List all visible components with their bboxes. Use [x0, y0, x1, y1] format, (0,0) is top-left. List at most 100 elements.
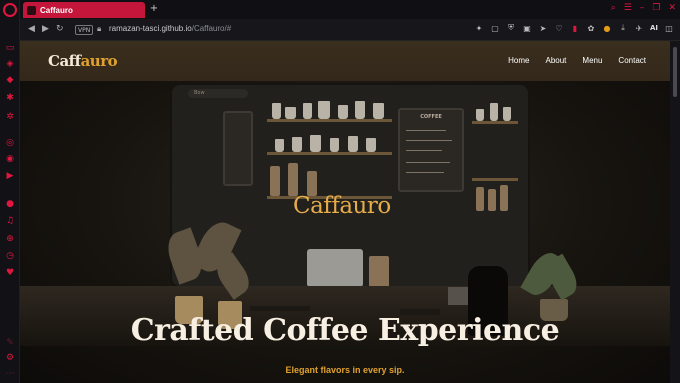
- tab-islands-icon[interactable]: ◈: [4, 58, 16, 70]
- active-tab[interactable]: Caffauro: [23, 2, 145, 18]
- menu-line: [406, 172, 444, 173]
- back-icon[interactable]: ◀: [28, 24, 35, 34]
- spotify-icon[interactable]: ●: [4, 198, 16, 210]
- youtube-icon[interactable]: ▶: [4, 170, 16, 182]
- screenshot-icon[interactable]: ▢: [490, 24, 500, 33]
- tab-favicon-icon: [27, 5, 36, 15]
- more-icon[interactable]: ⋯: [4, 368, 16, 380]
- shield-icon[interactable]: ⛨: [506, 23, 516, 33]
- scene-canister: [500, 185, 508, 211]
- snapshot-icon[interactable]: ▮: [570, 24, 580, 33]
- extensions-icon[interactable]: ✿: [586, 24, 596, 33]
- browser-window: ▭ ◈ ◆ ✱ ✲ ◎ ◉ ▶ ● ♫ ⊕ ◷ ♥ ✎ ⚙ ⋯ Caffauro…: [0, 0, 680, 383]
- scene-search-bar: Bow: [188, 89, 248, 98]
- scene-cup: [330, 138, 339, 152]
- history-icon[interactable]: ◷: [4, 250, 16, 262]
- minimize-icon[interactable]: –: [640, 3, 645, 13]
- scene-cup: [355, 101, 365, 119]
- maximize-icon[interactable]: ❐: [652, 3, 660, 13]
- player-icon[interactable]: ♫: [4, 215, 16, 227]
- scene-cup: [303, 103, 312, 119]
- hero-section: Bow COFFEE Caffauro Crafted Coffee Exper…: [20, 81, 670, 383]
- scene-cup: [310, 135, 321, 152]
- send-icon[interactable]: ➤: [538, 24, 548, 33]
- scene-canister: [270, 166, 280, 196]
- browser-sidebar: ▭ ◈ ◆ ✱ ✲ ◎ ◉ ▶ ● ♫ ⊕ ◷ ♥ ✎ ⚙ ⋯: [0, 0, 20, 383]
- scene-grinder: [369, 256, 389, 287]
- site-header: Caffauro Home About Menu Contact: [20, 41, 670, 81]
- web-page: Caffauro Home About Menu Contact Bow COF…: [20, 41, 670, 383]
- ai-button[interactable]: AI: [650, 24, 658, 32]
- aria-icon[interactable]: ✲: [4, 111, 16, 123]
- logo-accent: auro: [80, 52, 118, 70]
- reload-icon[interactable]: ↻: [56, 24, 64, 34]
- scene-stool: [250, 306, 310, 311]
- pin-icon[interactable]: ✎: [4, 337, 16, 349]
- nav-about[interactable]: About: [546, 56, 567, 65]
- scene-canister: [476, 187, 484, 211]
- menu-line: [406, 130, 446, 131]
- workspaces-icon[interactable]: ▭: [4, 42, 16, 54]
- messenger-icon[interactable]: ◎: [4, 137, 16, 149]
- vpn-badge[interactable]: VPN: [75, 25, 94, 35]
- logo-main: Caff: [48, 52, 81, 70]
- menu-line: [406, 162, 450, 163]
- url-field[interactable]: ramazan-tasci.github.io/Caffauro/#: [109, 24, 231, 33]
- profile-avatar-icon[interactable]: ●: [602, 24, 612, 33]
- search-tabs-icon[interactable]: ⌕: [611, 3, 616, 13]
- scene-canister: [288, 163, 298, 196]
- easy-setup-icon[interactable]: ✈: [634, 24, 644, 33]
- tab-title: Caffauro: [40, 5, 73, 15]
- nav-menu[interactable]: Menu: [582, 56, 602, 65]
- pin-page-icon[interactable]: ✦: [474, 24, 484, 33]
- address-bar: ◀ ▶ ↻ VPN 🔒︎ ramazan-tasci.github.io/Caf…: [20, 19, 680, 41]
- scene-small-board: [223, 111, 253, 186]
- scene-cup: [285, 107, 296, 119]
- bookmarks-icon[interactable]: ♥: [4, 267, 16, 279]
- window-controls: ⌕ ☰ – ❐ ✕: [611, 3, 676, 13]
- site-nav: Home About Menu Contact: [508, 56, 646, 65]
- scene-logo: Caffauro: [293, 193, 391, 219]
- scene-cup: [292, 137, 302, 152]
- nav-home[interactable]: Home: [508, 56, 529, 65]
- scene-cup: [476, 109, 484, 121]
- site-logo[interactable]: Caffauro: [48, 52, 118, 70]
- opera-logo-icon[interactable]: [3, 3, 17, 17]
- downloads-icon[interactable]: ⊕: [4, 233, 16, 245]
- url-path: /Caffauro/#: [191, 24, 232, 33]
- scene-menu-title: COFFEE: [420, 114, 442, 120]
- hero-subtitle: Elegant flavors in every sip.: [285, 365, 405, 375]
- menu-line: [406, 140, 452, 141]
- scrollbar-thumb[interactable]: [673, 47, 677, 97]
- whatsapp-icon[interactable]: ◉: [4, 153, 16, 165]
- scene-cup: [272, 103, 281, 119]
- scene-shelf: [472, 178, 518, 181]
- new-tab-button[interactable]: +: [148, 3, 160, 14]
- scene-espresso-machine: [307, 249, 363, 287]
- nav-contact[interactable]: Contact: [618, 56, 646, 65]
- forward-icon[interactable]: ▶: [42, 24, 49, 34]
- scene-cup: [338, 105, 348, 119]
- download-icon[interactable]: ⤓: [618, 23, 628, 33]
- menu-line: [406, 150, 442, 151]
- save-icon[interactable]: ▣: [522, 24, 532, 33]
- tab-menu-icon[interactable]: ☰: [624, 3, 632, 13]
- scene-menu-board: COFFEE: [398, 108, 464, 192]
- page-scrollbar[interactable]: [670, 41, 680, 383]
- scene-shelf: [267, 119, 392, 122]
- hero-title: Crafted Coffee Experience: [130, 313, 560, 348]
- lock-icon[interactable]: 🔒︎: [97, 24, 101, 34]
- scene-cup: [490, 103, 498, 121]
- scene-cup: [275, 139, 284, 152]
- scene-cup: [318, 101, 330, 119]
- sidebar-settings-icon[interactable]: ⚙: [4, 352, 16, 364]
- extension-icon[interactable]: ◆: [4, 74, 16, 86]
- close-icon[interactable]: ✕: [668, 3, 676, 13]
- toolbar: ✦ ▢ ⛨ ▣ ➤ ♡ ▮ ✿ ● ⤓ ✈ AI ◫: [474, 23, 674, 33]
- scene-shelf: [472, 121, 518, 124]
- games-icon[interactable]: ✱: [4, 92, 16, 104]
- bookmark-icon[interactable]: ♡: [554, 24, 564, 33]
- scene-cup: [366, 138, 376, 152]
- scene-shelf: [267, 152, 392, 155]
- sidebar-toggle-icon[interactable]: ◫: [664, 24, 674, 33]
